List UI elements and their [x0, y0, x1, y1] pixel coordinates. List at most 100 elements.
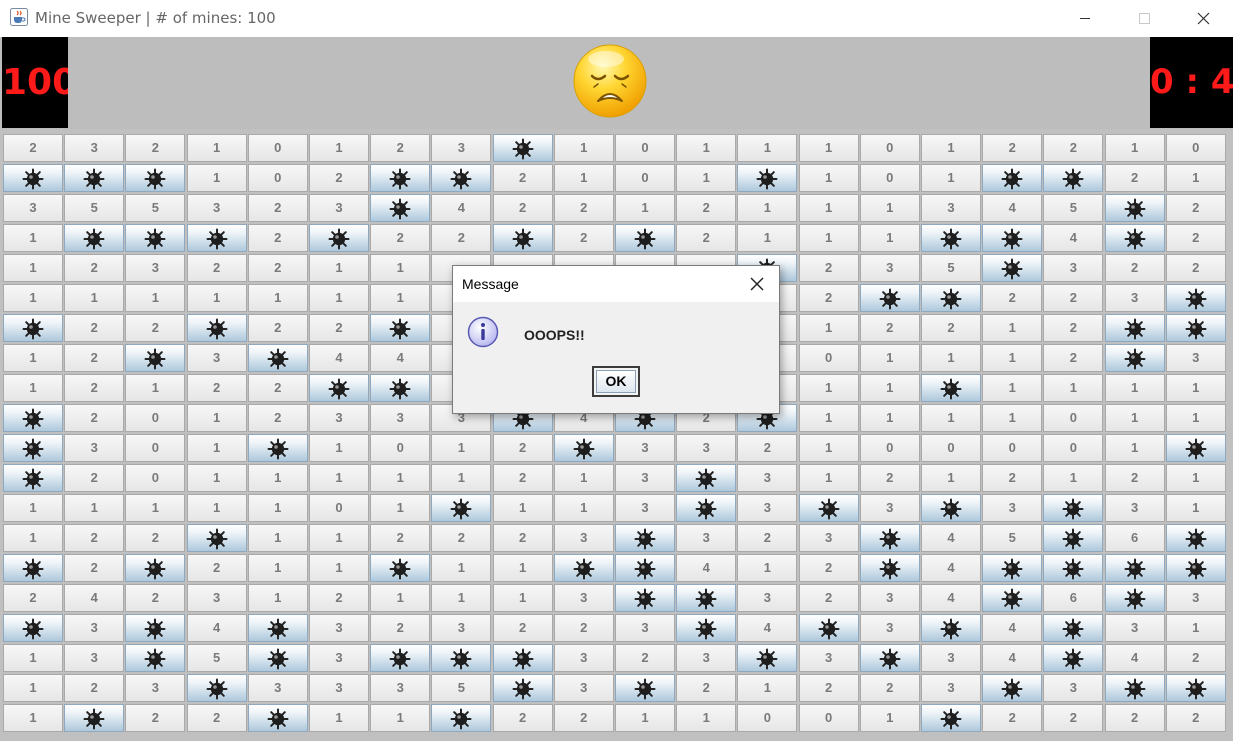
mine-cell[interactable] — [186, 314, 247, 342]
mine-cell[interactable] — [859, 644, 920, 672]
number-cell[interactable]: 2 — [798, 554, 859, 582]
number-cell[interactable]: 1 — [431, 434, 492, 462]
number-cell[interactable]: 2 — [859, 464, 920, 492]
dialog-close-button[interactable] — [739, 269, 775, 299]
mine-cell[interactable] — [982, 554, 1043, 582]
number-cell[interactable]: 1 — [982, 374, 1043, 402]
mine-cell[interactable] — [247, 644, 308, 672]
mine-cell[interactable] — [982, 254, 1043, 282]
mine-cell[interactable] — [64, 224, 125, 252]
mine-cell[interactable] — [3, 404, 63, 432]
number-cell[interactable]: 1 — [676, 704, 737, 732]
number-cell[interactable]: 1 — [676, 164, 737, 192]
number-cell[interactable]: 3 — [737, 464, 798, 492]
number-cell[interactable]: 3 — [737, 584, 798, 612]
number-cell[interactable]: 1 — [737, 674, 798, 702]
ok-button[interactable]: OK — [592, 366, 640, 397]
mine-cell[interactable] — [247, 344, 308, 372]
number-cell[interactable]: 2 — [431, 224, 492, 252]
number-cell[interactable]: 2 — [982, 464, 1043, 492]
number-cell[interactable]: 4 — [921, 554, 981, 582]
number-cell[interactable]: 2 — [64, 464, 125, 492]
number-cell[interactable]: 2 — [1043, 134, 1104, 162]
number-cell[interactable]: 2 — [492, 704, 553, 732]
number-cell[interactable]: 1 — [3, 674, 63, 702]
number-cell[interactable]: 3 — [798, 524, 859, 552]
mine-cell[interactable] — [431, 644, 492, 672]
number-cell[interactable]: 0 — [125, 434, 186, 462]
mine-cell[interactable] — [1104, 194, 1165, 222]
number-cell[interactable]: 3 — [982, 494, 1043, 522]
mine-cell[interactable] — [798, 614, 859, 642]
number-cell[interactable]: 2 — [492, 434, 553, 462]
number-cell[interactable]: 1 — [615, 704, 675, 732]
number-cell[interactable]: 2 — [247, 374, 308, 402]
number-cell[interactable]: 4 — [982, 644, 1043, 672]
number-cell[interactable]: 3 — [309, 644, 369, 672]
number-cell[interactable]: 2 — [247, 404, 308, 432]
number-cell[interactable]: 3 — [859, 254, 920, 282]
mine-cell[interactable] — [492, 224, 553, 252]
number-cell[interactable]: 3 — [247, 674, 308, 702]
number-cell[interactable]: 2 — [125, 134, 186, 162]
mine-cell[interactable] — [859, 554, 920, 582]
mine-cell[interactable] — [3, 554, 63, 582]
number-cell[interactable]: 2 — [125, 524, 186, 552]
number-cell[interactable]: 2 — [1165, 224, 1226, 252]
number-cell[interactable]: 1 — [859, 404, 920, 432]
mine-cell[interactable] — [309, 374, 369, 402]
number-cell[interactable]: 2 — [309, 584, 369, 612]
number-cell[interactable]: 1 — [921, 404, 981, 432]
number-cell[interactable]: 1 — [186, 434, 247, 462]
number-cell[interactable]: 2 — [247, 254, 308, 282]
number-cell[interactable]: 1 — [921, 464, 981, 492]
number-cell[interactable]: 0 — [1043, 404, 1104, 432]
number-cell[interactable]: 2 — [676, 674, 737, 702]
number-cell[interactable]: 1 — [309, 134, 369, 162]
number-cell[interactable]: 3 — [125, 254, 186, 282]
number-cell[interactable]: 2 — [309, 164, 369, 192]
number-cell[interactable]: 1 — [1165, 374, 1226, 402]
number-cell[interactable]: 2 — [492, 464, 553, 492]
number-cell[interactable]: 2 — [1043, 704, 1104, 732]
mine-cell[interactable] — [676, 494, 737, 522]
number-cell[interactable]: 2 — [64, 554, 125, 582]
number-cell[interactable]: 1 — [1165, 464, 1226, 492]
mine-cell[interactable] — [921, 284, 981, 312]
number-cell[interactable]: 0 — [125, 404, 186, 432]
mine-cell[interactable] — [1165, 314, 1226, 342]
mine-cell[interactable] — [921, 374, 981, 402]
number-cell[interactable]: 3 — [186, 344, 247, 372]
mine-cell[interactable] — [921, 704, 981, 732]
mine-cell[interactable] — [1043, 644, 1104, 672]
number-cell[interactable]: 1 — [309, 284, 369, 312]
number-cell[interactable]: 1 — [492, 494, 553, 522]
number-cell[interactable]: 1 — [186, 284, 247, 312]
number-cell[interactable]: 3 — [1165, 344, 1226, 372]
number-cell[interactable]: 1 — [247, 494, 308, 522]
mine-cell[interactable] — [982, 674, 1043, 702]
number-cell[interactable]: 3 — [615, 464, 675, 492]
number-cell[interactable]: 1 — [3, 704, 63, 732]
number-cell[interactable]: 1 — [1165, 614, 1226, 642]
mine-cell[interactable] — [1165, 524, 1226, 552]
number-cell[interactable]: 1 — [247, 284, 308, 312]
mine-cell[interactable] — [247, 614, 308, 642]
number-cell[interactable]: 3 — [1043, 254, 1104, 282]
number-cell[interactable]: 2 — [1104, 164, 1165, 192]
mine-cell[interactable] — [1104, 224, 1165, 252]
number-cell[interactable]: 1 — [247, 584, 308, 612]
number-cell[interactable]: 2 — [64, 404, 125, 432]
number-cell[interactable]: 0 — [309, 494, 369, 522]
mine-cell[interactable] — [859, 284, 920, 312]
number-cell[interactable]: 1 — [3, 374, 63, 402]
number-cell[interactable]: 2 — [737, 434, 798, 462]
mine-cell[interactable] — [309, 224, 369, 252]
number-cell[interactable]: 2 — [64, 374, 125, 402]
number-cell[interactable]: 1 — [370, 254, 431, 282]
number-cell[interactable]: 2 — [186, 374, 247, 402]
number-cell[interactable]: 2 — [3, 584, 63, 612]
number-cell[interactable]: 1 — [186, 404, 247, 432]
number-cell[interactable]: 3 — [64, 614, 125, 642]
number-cell[interactable]: 5 — [125, 194, 186, 222]
